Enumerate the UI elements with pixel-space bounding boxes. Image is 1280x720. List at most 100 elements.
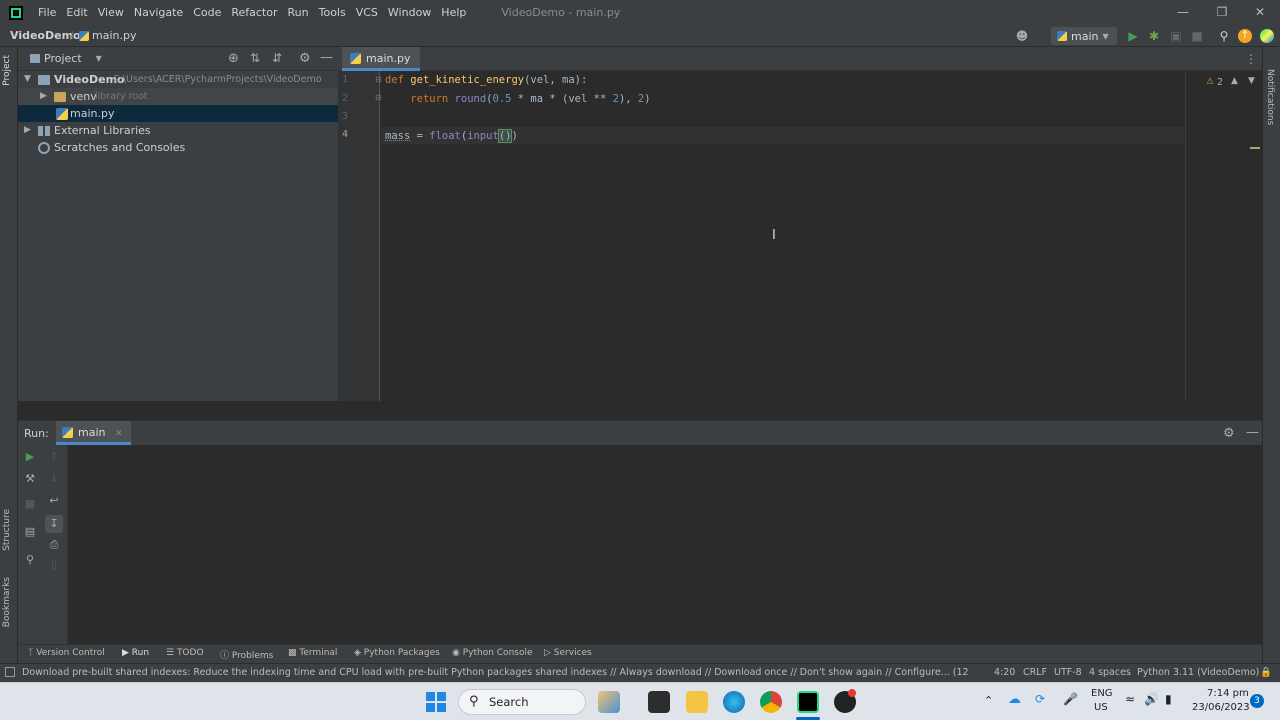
rerun-icon[interactable]: ▶ bbox=[23, 450, 37, 464]
editor-horizontal-scrollbar[interactable] bbox=[338, 401, 1262, 420]
menu-window[interactable]: Window bbox=[383, 0, 436, 25]
stop-icon[interactable]: ■ bbox=[1189, 28, 1205, 44]
expand-all-icon[interactable]: ⇅ bbox=[250, 51, 260, 65]
tool-window-todo[interactable]: ☰ TODO bbox=[166, 648, 204, 658]
chevron-right-icon[interactable]: ▶ bbox=[40, 88, 47, 105]
structure-stripe-button[interactable]: Structure bbox=[2, 509, 12, 551]
close-icon[interactable]: ✕ bbox=[115, 429, 123, 439]
taskbar-search[interactable]: ⚲ Search bbox=[458, 689, 586, 715]
chevron-down-icon[interactable]: ▼ bbox=[96, 54, 102, 63]
onedrive-icon[interactable]: ☁ bbox=[1008, 692, 1021, 707]
user-account-icon[interactable]: ☻ bbox=[1014, 28, 1030, 44]
menu-tools[interactable]: Tools bbox=[314, 0, 351, 25]
close-button[interactable]: ✕ bbox=[1241, 0, 1279, 25]
coverage-icon[interactable]: ▣ bbox=[1168, 28, 1184, 44]
menu-code[interactable]: Code bbox=[188, 0, 226, 25]
toggle-tool-windows-icon[interactable] bbox=[5, 667, 15, 677]
chevron-right-icon[interactable]: ▶ bbox=[24, 122, 31, 139]
menu-view[interactable]: View bbox=[93, 0, 129, 25]
soft-wrap-icon[interactable]: ↩ bbox=[47, 494, 61, 508]
tool-window-terminal[interactable]: ▩ Terminal bbox=[288, 648, 337, 658]
wifi-icon[interactable]: ≈ bbox=[1125, 692, 1135, 706]
menu-run[interactable]: Run bbox=[283, 0, 314, 25]
edge-browser-icon[interactable] bbox=[723, 691, 745, 713]
tool-window-run[interactable]: ▶ Run bbox=[122, 648, 149, 658]
fold-icon[interactable]: ⊟ bbox=[375, 93, 382, 102]
tool-window-python-packages[interactable]: ◈ Python Packages bbox=[354, 648, 440, 658]
pin-icon[interactable]: ⚲ bbox=[23, 553, 37, 567]
chevron-up-icon[interactable]: ▲ bbox=[1231, 76, 1238, 86]
language-indicator[interactable]: ENG bbox=[1091, 688, 1113, 699]
run-tab-main[interactable]: main ✕ bbox=[56, 421, 131, 445]
tree-item-project-root[interactable]: ▼ VideoDemo C:\Users\ACER\PycharmProject… bbox=[18, 71, 338, 88]
status-message[interactable]: Download pre-built shared indexes: Reduc… bbox=[22, 667, 970, 678]
region-indicator[interactable]: US bbox=[1094, 702, 1108, 713]
updates-icon[interactable]: ↑ bbox=[1238, 29, 1252, 43]
windows-start-icon[interactable] bbox=[426, 692, 446, 712]
warning-icon[interactable]: ⚠ bbox=[1206, 77, 1214, 87]
search-icon[interactable]: ⚲ bbox=[1216, 28, 1232, 44]
tool-window-problems[interactable]: ⓘ Problems bbox=[220, 648, 273, 661]
jetbrains-ai-icon[interactable] bbox=[1260, 29, 1274, 43]
menu-file[interactable]: File bbox=[33, 0, 61, 25]
line-separator[interactable]: CRLF bbox=[1023, 667, 1047, 678]
tab-main-py[interactable]: main.py bbox=[342, 47, 421, 71]
notification-count-badge[interactable]: 3 bbox=[1250, 694, 1264, 708]
sync-icon[interactable]: ⟳ bbox=[1035, 692, 1045, 706]
project-view-select[interactable]: Project bbox=[44, 52, 82, 65]
chevron-up-icon[interactable]: ⌃ bbox=[984, 694, 993, 707]
file-explorer-icon[interactable] bbox=[686, 691, 708, 713]
hide-icon[interactable]: — bbox=[320, 50, 333, 65]
tool-window-python-console[interactable]: ◉ Python Console bbox=[452, 648, 533, 658]
debug-icon[interactable]: ✱ bbox=[1146, 28, 1162, 44]
tree-item-venv[interactable]: ▶ venv library root bbox=[18, 88, 338, 105]
stop-icon[interactable]: ■ bbox=[23, 497, 37, 511]
tree-item-external-libraries[interactable]: ▶ External Libraries bbox=[18, 122, 338, 139]
run-configuration-select[interactable]: main ▼ bbox=[1051, 27, 1117, 45]
run-icon[interactable]: ▶ bbox=[1125, 28, 1141, 44]
menu-edit[interactable]: Edit bbox=[61, 0, 92, 25]
collapse-all-icon[interactable]: ⇵ bbox=[272, 51, 282, 65]
print-icon[interactable]: ⎙ bbox=[47, 538, 61, 552]
file-encoding[interactable]: UTF-8 bbox=[1054, 667, 1082, 678]
menu-navigate[interactable]: Navigate bbox=[129, 0, 188, 25]
chrome-browser-icon[interactable] bbox=[760, 691, 782, 713]
locate-icon[interactable]: ⊕ bbox=[228, 51, 239, 66]
scroll-to-end-icon[interactable]: ↧ bbox=[45, 515, 63, 533]
console-output[interactable] bbox=[68, 445, 1262, 645]
up-arrow-icon[interactable]: ↑ bbox=[47, 450, 61, 464]
menu-vcs[interactable]: VCS bbox=[351, 0, 383, 25]
restore-button[interactable]: ❐ bbox=[1203, 0, 1241, 25]
notifications-stripe-button[interactable]: Notifications bbox=[1265, 69, 1275, 125]
tool-window-services[interactable]: ▷ Services bbox=[544, 648, 592, 658]
tool-window-version-control[interactable]: ᛉ Version Control bbox=[28, 648, 105, 658]
tree-item-scratches[interactable]: Scratches and Consoles bbox=[18, 139, 338, 156]
pycharm-taskbar-icon[interactable] bbox=[797, 691, 819, 713]
menu-help[interactable]: Help bbox=[436, 0, 471, 25]
down-arrow-icon[interactable]: ↓ bbox=[47, 472, 61, 486]
fold-icon[interactable]: ⊟ bbox=[375, 75, 382, 84]
code-editor[interactable]: 1 2 3 4 ⊟ ⊟ def get_kinetic_energy(vel, … bbox=[338, 71, 1262, 401]
battery-icon[interactable]: ▮ bbox=[1165, 692, 1172, 706]
task-view-icon[interactable] bbox=[648, 691, 670, 713]
chevron-down-icon[interactable]: ▼ bbox=[1248, 76, 1255, 86]
clock-date[interactable]: 23/06/2023 bbox=[1192, 702, 1250, 713]
lock-icon[interactable]: 🔒 bbox=[1260, 667, 1272, 678]
warning-count[interactable]: 2 bbox=[1217, 77, 1223, 88]
breadcrumb-file[interactable]: main.py bbox=[92, 29, 136, 42]
project-stripe-button[interactable]: Project bbox=[2, 55, 12, 86]
indent-setting[interactable]: 4 spaces bbox=[1089, 667, 1131, 678]
minimize-button[interactable]: — bbox=[1164, 0, 1202, 25]
clock-time[interactable]: 7:14 pm bbox=[1207, 688, 1249, 699]
volume-icon[interactable]: 🔊 bbox=[1144, 692, 1159, 706]
python-interpreter[interactable]: Python 3.11 (VideoDemo) bbox=[1137, 667, 1259, 678]
microphone-icon[interactable]: 🎤 bbox=[1063, 692, 1078, 706]
tree-item-main-py[interactable]: main.py bbox=[18, 105, 338, 122]
more-options-icon[interactable]: ⋮ bbox=[1245, 52, 1257, 66]
layout-icon[interactable]: ▤ bbox=[23, 525, 37, 539]
menu-refactor[interactable]: Refactor bbox=[226, 0, 282, 25]
gear-icon[interactable]: ⚙ bbox=[1223, 426, 1235, 441]
chevron-down-icon[interactable]: ▼ bbox=[24, 71, 31, 88]
hide-icon[interactable]: — bbox=[1246, 425, 1259, 440]
clear-icon[interactable]: ▯ bbox=[47, 558, 61, 572]
